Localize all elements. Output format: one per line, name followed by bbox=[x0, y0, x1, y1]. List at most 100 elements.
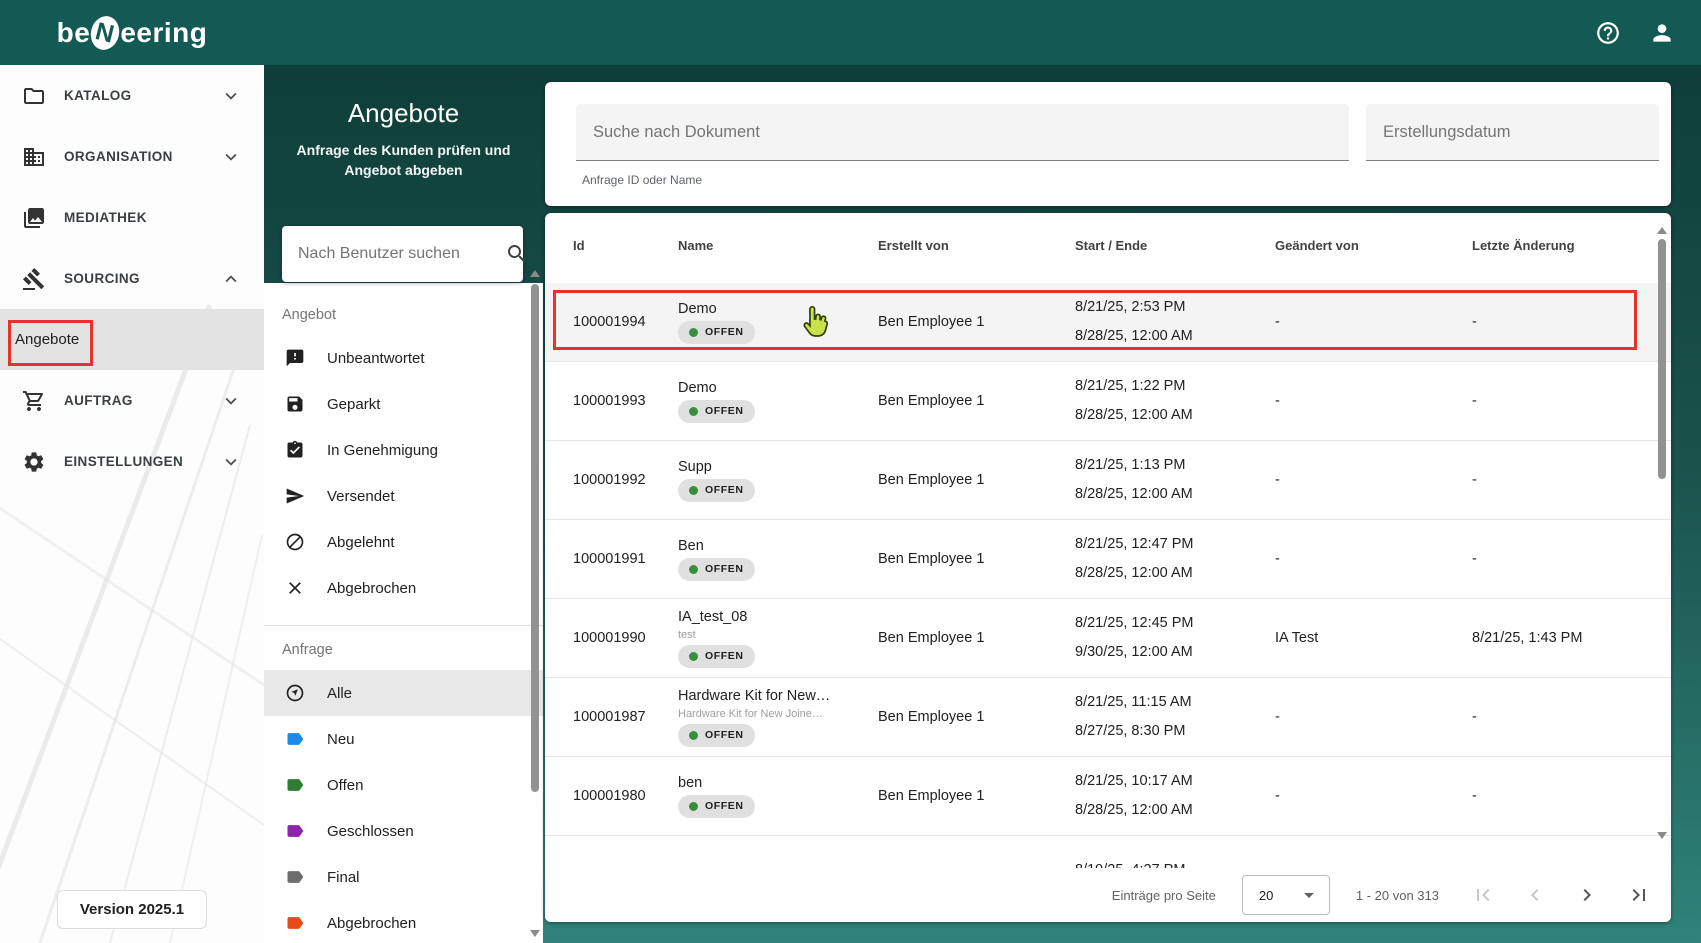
search-icon[interactable] bbox=[505, 242, 529, 266]
sidebar-item-organisation[interactable]: ORGANISATION bbox=[0, 126, 264, 187]
logo-n-icon: N bbox=[87, 12, 124, 53]
status-dot-icon bbox=[689, 327, 698, 337]
sidebar: KATALOG ORGANISATION MEDIATHEK SOURCING bbox=[0, 65, 264, 943]
document-search-input[interactable] bbox=[576, 122, 1349, 142]
filter-section-angebot: Angebot bbox=[282, 307, 337, 323]
row-name-cell: ben OFFEN bbox=[678, 775, 878, 818]
filter-item-neu[interactable]: Neu bbox=[264, 716, 543, 762]
label-icon bbox=[287, 733, 304, 745]
app-root: be Neering KATALOG ORGANISATION MEDIATHE… bbox=[0, 0, 1701, 943]
sidebar-item-angebote[interactable]: Angebote bbox=[0, 309, 264, 370]
filter-item-alle[interactable]: Alle bbox=[264, 670, 543, 716]
filter-item-offen[interactable]: Offen bbox=[264, 762, 543, 808]
filter-divider bbox=[264, 625, 543, 626]
gavel-icon bbox=[22, 267, 45, 290]
row-created-by: Ben Employee 1 bbox=[878, 788, 985, 804]
table-row[interactable]: 100001992 Supp OFFEN Ben Employee 1 8/21… bbox=[545, 441, 1671, 520]
status-badge: OFFEN bbox=[678, 644, 755, 668]
creation-date-field bbox=[1366, 104, 1659, 161]
chevron-down-icon bbox=[225, 92, 237, 100]
filter-item-label: Final bbox=[327, 868, 360, 886]
scrollbar-thumb[interactable] bbox=[531, 284, 539, 792]
scrollbar-thumb[interactable] bbox=[1658, 239, 1666, 479]
sidebar-item-label: EINSTELLUNGEN bbox=[64, 454, 184, 469]
cart-icon bbox=[23, 390, 44, 411]
sidebar-item-mediathek[interactable]: MEDIATHEK bbox=[0, 187, 264, 248]
filter-item-geparkt[interactable]: Geparkt bbox=[264, 381, 543, 427]
table-row[interactable]: AI_test_07 8/19/25, 4:27 PM bbox=[545, 836, 1671, 868]
sidebar-item-auftrag[interactable]: AUFTRAG bbox=[0, 370, 264, 431]
page-size-value: 20 bbox=[1258, 887, 1274, 903]
table-row[interactable]: 100001990 IA_test_08 test OFFEN Ben Empl… bbox=[545, 599, 1671, 678]
scroll-down-arrow-icon[interactable] bbox=[1657, 832, 1667, 839]
table-row[interactable]: 100001980 ben OFFEN Ben Employee 1 8/21/… bbox=[545, 757, 1671, 836]
filter-item-abgebrochen-anfrage[interactable]: Abgebrochen bbox=[264, 900, 543, 943]
sidebar-item-sourcing[interactable]: SOURCING bbox=[0, 248, 264, 309]
row-created-by: Ben Employee 1 bbox=[878, 472, 985, 488]
logo-text-suffix: eering bbox=[120, 16, 208, 48]
filter-item-unbeantwortet[interactable]: Unbeantwortet bbox=[264, 335, 543, 381]
row-end: 8/28/25, 12:00 AM bbox=[1075, 564, 1193, 581]
page-size-select[interactable]: 20 bbox=[1241, 875, 1330, 915]
status-dot-icon bbox=[689, 485, 698, 495]
status-badge: OFFEN bbox=[678, 794, 755, 818]
filter-item-label: Versendet bbox=[327, 487, 395, 505]
filter-item-label: Neu bbox=[327, 730, 355, 748]
row-end: 8/28/25, 12:00 AM bbox=[1075, 327, 1193, 344]
logo-text-prefix: be bbox=[56, 16, 91, 48]
status-dot-icon bbox=[689, 801, 698, 811]
filter-panel: Angebote Anfrage des Kunden prüfen und A… bbox=[264, 65, 543, 943]
filter-item-geschlossen[interactable]: Geschlossen bbox=[264, 808, 543, 854]
table-scrollbar[interactable] bbox=[1656, 227, 1668, 839]
row-id: 100001992 bbox=[573, 472, 646, 488]
creation-date-input[interactable] bbox=[1366, 122, 1659, 142]
table-row[interactable]: 100001993 Demo OFFEN Ben Employee 1 8/21… bbox=[545, 362, 1671, 441]
user-search-input[interactable] bbox=[298, 245, 505, 263]
filter-item-abgelehnt[interactable]: Abgelehnt bbox=[264, 519, 543, 565]
previous-page-icon[interactable] bbox=[1523, 883, 1547, 907]
help-icon[interactable] bbox=[1595, 20, 1621, 46]
row-modified-by: - bbox=[1275, 314, 1280, 330]
row-dates: 8/21/25, 1:13 PM 8/28/25, 12:00 AM bbox=[1075, 456, 1275, 504]
status-text: OFFEN bbox=[705, 484, 744, 496]
version-badge: Version 2025.1 bbox=[56, 890, 208, 929]
row-modified-by: - bbox=[1275, 393, 1280, 409]
sidebar-item-katalog[interactable]: KATALOG bbox=[0, 65, 264, 126]
filter-item-versendet[interactable]: Versendet bbox=[264, 473, 543, 519]
row-name-cell: Ben OFFEN bbox=[678, 538, 878, 581]
row-modified-by: - bbox=[1275, 788, 1280, 804]
filter-item-final[interactable]: Final bbox=[264, 854, 543, 900]
chevron-down-icon bbox=[225, 397, 237, 405]
first-page-icon[interactable] bbox=[1471, 883, 1495, 907]
row-dates: 8/21/25, 1:22 PM 8/28/25, 12:00 AM bbox=[1075, 377, 1275, 425]
account-icon[interactable] bbox=[1649, 20, 1675, 46]
row-name: Ben bbox=[678, 537, 704, 554]
status-badge: OFFEN bbox=[678, 557, 755, 581]
row-name-cell: Demo OFFEN bbox=[678, 380, 878, 423]
table-row[interactable]: 100001987 Hardware Kit for New… Hardware… bbox=[545, 678, 1671, 757]
row-start: 8/21/25, 2:53 PM bbox=[1075, 298, 1186, 315]
row-last-change: - bbox=[1472, 314, 1477, 330]
row-subtitle: Hardware Kit for New Joine… bbox=[678, 707, 823, 720]
last-page-icon[interactable] bbox=[1627, 883, 1651, 907]
scroll-up-arrow-icon[interactable] bbox=[1657, 227, 1667, 234]
row-dates: 8/21/25, 2:53 PM 8/28/25, 12:00 AM bbox=[1075, 298, 1275, 346]
status-text: OFFEN bbox=[705, 563, 744, 575]
row-start: 8/21/25, 1:13 PM bbox=[1075, 456, 1186, 473]
status-badge: OFFEN bbox=[678, 399, 755, 423]
sidebar-item-label: MEDIATHEK bbox=[64, 210, 147, 225]
filter-item-in-genehmigung[interactable]: In Genehmigung bbox=[264, 427, 543, 473]
sidebar-item-einstellungen[interactable]: EINSTELLUNGEN bbox=[0, 431, 264, 492]
filter-panel-scrollbar[interactable] bbox=[529, 270, 541, 937]
sidebar-item-label: AUFTRAG bbox=[64, 393, 133, 408]
table-row[interactable]: 100001994 Demo OFFEN Ben Employee 1 8/21… bbox=[545, 283, 1671, 362]
table-row[interactable]: 100001991 Ben OFFEN Ben Employee 1 8/21/… bbox=[545, 520, 1671, 599]
next-page-icon[interactable] bbox=[1575, 883, 1599, 907]
globe-icon bbox=[286, 684, 304, 702]
row-name: ben bbox=[678, 774, 703, 791]
scroll-down-arrow-icon[interactable] bbox=[530, 930, 540, 937]
row-name: Demo bbox=[678, 300, 717, 317]
filter-item-abgebrochen-angebot[interactable]: Abgebrochen bbox=[264, 565, 543, 611]
column-header-name: Name bbox=[678, 237, 714, 253]
scroll-up-arrow-icon[interactable] bbox=[530, 270, 540, 277]
